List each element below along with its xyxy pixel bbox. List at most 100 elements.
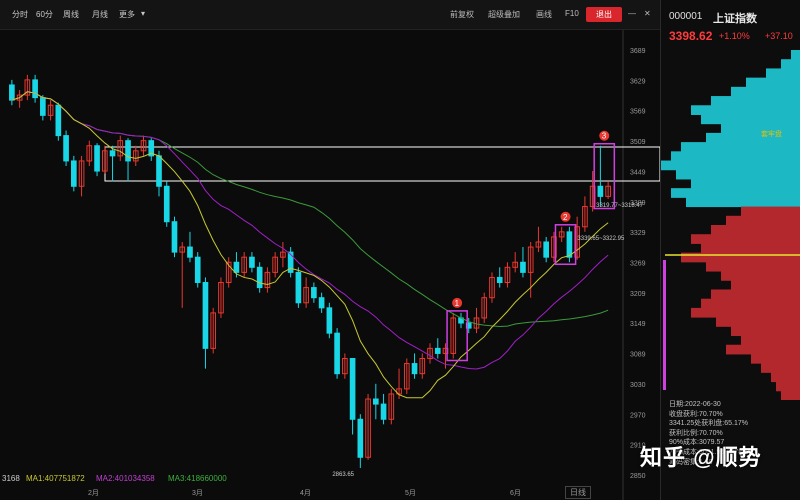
candle-body <box>543 241 550 258</box>
ma-line-green <box>11 91 609 328</box>
period-button[interactable]: 日线 <box>565 486 591 499</box>
chip-bar <box>711 289 800 300</box>
overlay-dropdown[interactable]: 超级叠加 <box>488 9 520 20</box>
chip-bar <box>691 234 800 244</box>
chip-bar <box>706 132 800 143</box>
candle-body <box>40 97 46 116</box>
f10-button[interactable]: F10 <box>565 9 579 18</box>
stock-name: 上证指数 <box>713 13 757 25</box>
chip-bar <box>731 326 800 337</box>
candle-body <box>202 282 209 349</box>
chip-bar <box>676 169 800 180</box>
legend-ma3: MA3:418660000 <box>168 474 227 483</box>
candle-body <box>187 246 193 258</box>
chip-bar <box>691 105 800 115</box>
y-tick-label: 3629 <box>630 78 646 85</box>
stock-pct: +1.10% <box>719 31 750 41</box>
chip-bar <box>681 142 800 152</box>
exit-button[interactable]: 退出 <box>586 7 622 22</box>
chip-bar <box>711 225 800 235</box>
price-range-label-3: 3319.77~3318.47 <box>596 203 644 209</box>
y-tick-label: 3329 <box>630 230 646 237</box>
candle-body <box>125 140 131 162</box>
chevron-down-icon[interactable]: ▾ <box>141 9 145 18</box>
chip-bar <box>741 335 800 346</box>
profit-ratio-bar <box>663 260 666 390</box>
chip-bar <box>776 381 800 392</box>
chip-bar <box>706 261 800 272</box>
chip-bar <box>726 215 800 226</box>
x-tick-label: 6月 <box>510 489 521 497</box>
y-tick-label: 3569 <box>630 109 646 116</box>
y-tick-label: 3030 <box>630 382 646 389</box>
candle-body <box>357 418 364 458</box>
candle-body <box>566 231 573 258</box>
draw-line-button[interactable]: 画线 <box>536 9 552 20</box>
y-tick-label: 3509 <box>630 139 646 146</box>
chip-bar <box>766 68 800 79</box>
candle-body <box>156 155 162 187</box>
candle-body <box>70 160 77 187</box>
kline-chart[interactable]: 3689 3629 3569 3509 3449 3389 3329 3269 3209 3149… <box>0 30 660 500</box>
highlight-box <box>554 224 577 265</box>
candle-body <box>349 357 356 420</box>
chip-bar <box>691 307 800 318</box>
info-avg: 获利比例:70.70% <box>669 429 723 437</box>
info-date: 日期:2022-06-30 <box>669 401 721 408</box>
candle-body <box>326 307 333 334</box>
chip-bar <box>661 160 800 171</box>
candle-body <box>194 256 201 284</box>
info-profit: 收盘获利:70.70% <box>669 410 723 418</box>
tab-more[interactable]: 更多 <box>119 9 135 20</box>
chip-bar <box>671 151 800 162</box>
info-range: 3341.25处获利盘:65.17% <box>669 420 748 428</box>
chip-bar <box>701 298 800 309</box>
close-icon[interactable]: ✕ <box>644 9 651 18</box>
candle-body <box>318 297 325 309</box>
ma-line-yellow <box>11 91 609 399</box>
candle-body <box>233 261 240 273</box>
ma-line-purple <box>11 91 609 370</box>
x-tick-label: 2月 <box>88 489 99 497</box>
tab-weekly[interactable]: 周线 <box>63 9 79 20</box>
highlight-box <box>446 310 468 362</box>
adjust-dropdown[interactable]: 前复权 <box>450 9 474 20</box>
y-tick-label: 3149 <box>630 321 646 328</box>
chart-svg[interactable]: 3689362935693509344933893329326932093149… <box>0 30 660 500</box>
x-tick-label: 4月 <box>300 489 311 497</box>
legend-ma2: MA2:401034358 <box>96 474 155 483</box>
candle-body <box>520 261 526 273</box>
y-tick-label: 3449 <box>630 169 646 176</box>
tab-intraday[interactable]: 分时 <box>12 9 28 20</box>
chip-distribution: 套牢盘 <box>661 50 800 400</box>
candle-body <box>334 332 340 375</box>
marker-label: 2 <box>563 213 568 222</box>
marker-label: 3 <box>602 132 607 141</box>
stock-code: 000001 <box>669 11 703 22</box>
y-tick-label: 3209 <box>630 291 646 298</box>
resistance-box <box>104 146 660 182</box>
tab-60min[interactable]: 60分 <box>36 9 53 20</box>
candle-body <box>380 403 387 420</box>
candle-body <box>256 266 263 289</box>
candle-body <box>94 145 100 172</box>
highlight-box <box>593 142 616 210</box>
marker-label: 1 <box>455 299 460 308</box>
minimize-icon[interactable]: — <box>628 9 636 18</box>
chip-bar <box>781 390 800 400</box>
price-range-label-2: 3339.65~3322.95 <box>577 236 625 242</box>
candle-body <box>163 185 170 223</box>
chip-bar <box>791 50 800 60</box>
candle-body <box>55 104 62 137</box>
candle-body <box>372 398 379 405</box>
chip-bar <box>721 271 800 281</box>
candle-body <box>311 287 317 299</box>
chip-bar <box>746 77 800 88</box>
tab-monthly[interactable]: 月线 <box>92 9 108 20</box>
chip-bar <box>726 344 800 355</box>
watermark: 知乎 @顺势 <box>640 445 762 470</box>
candle-body <box>109 150 116 157</box>
chip-bar <box>751 353 800 364</box>
ma-legend: 3168 MA1:407751872 MA2:401034358 MA3:418… <box>0 472 660 486</box>
chip-bar <box>781 59 800 69</box>
